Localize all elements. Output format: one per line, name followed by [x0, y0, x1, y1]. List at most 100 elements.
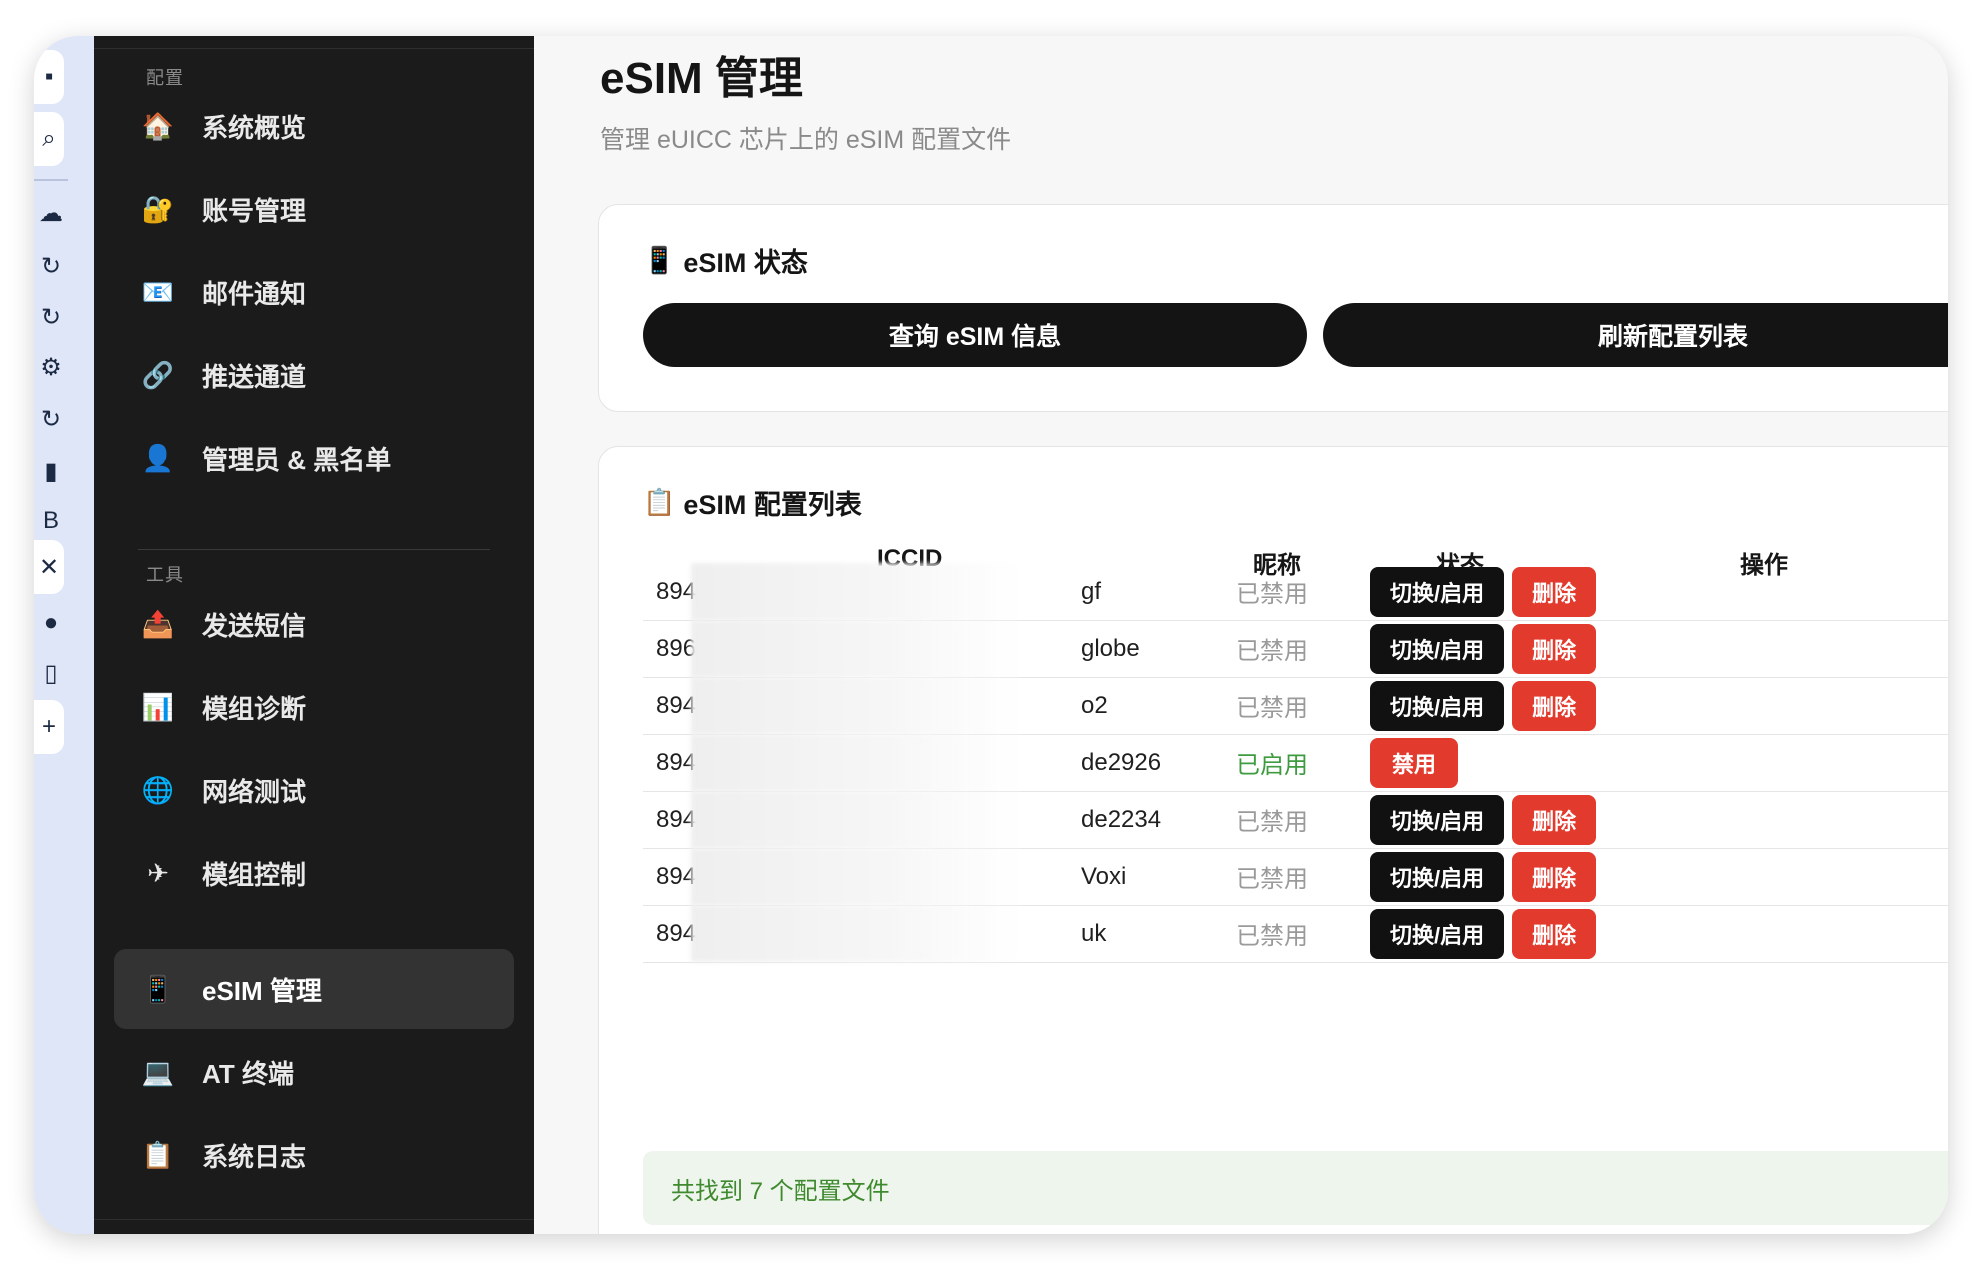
sidebar-item-accounts[interactable]: 🔐 账号管理 — [114, 169, 514, 249]
iccid-redaction — [691, 734, 1021, 791]
status-cell: 已禁用 — [1236, 581, 1308, 608]
phone-icon: 📱 — [643, 245, 676, 275]
nickname-cell: o2 — [1081, 691, 1108, 719]
card-title-text: eSIM 配置列表 — [683, 490, 862, 520]
sidebar-item-label: 发送短信 — [202, 610, 307, 641]
sidebar: 配置 🏠 系统概览 🔐 账号管理 📧 邮件通知 🔗 推送通道 👤 管理员 & 黑… — [94, 36, 534, 1234]
sidebar-item-system-log[interactable]: 📋 系统日志 — [114, 1115, 514, 1195]
sidebar-item-label: 网络测试 — [202, 776, 307, 807]
robot-icon[interactable]: ⚙ — [34, 340, 68, 394]
app-dock: ▪ ⌕ ☁ ↻ ↻ ⚙ ↻ ▮ B ✕ ● ▯ + — [34, 36, 94, 1234]
sidebar-item-esim[interactable]: 📱 eSIM 管理 — [114, 949, 514, 1029]
phone-icon: 📱 — [141, 973, 175, 1004]
refresh-icon[interactable]: ↻ — [34, 239, 68, 293]
query-esim-button[interactable]: 查询 eSIM 信息 — [643, 303, 1307, 367]
actions-cell: 切换/启用 删除 — [1370, 791, 1597, 848]
switch-enable-button[interactable]: 切换/启用 — [1370, 623, 1505, 674]
globe-icon: 🌐 — [141, 774, 175, 805]
switch-enable-button[interactable]: 切换/启用 — [1370, 566, 1505, 617]
sidebar-top-divider — [94, 48, 534, 49]
outbox-icon: 📤 — [141, 608, 175, 639]
search-icon[interactable]: ⌕ — [34, 112, 64, 166]
sidebar-item-send-sms[interactable]: 📤 发送短信 — [114, 584, 514, 664]
status-cell: 已禁用 — [1236, 866, 1308, 893]
delete-button[interactable]: 删除 — [1512, 680, 1597, 731]
iccid-redaction — [691, 848, 1021, 905]
found-count-banner: 共找到 7 个配置文件 — [643, 1151, 1948, 1225]
table-row: 896 globe 已禁用 切换/启用 删除 — [643, 620, 1948, 678]
switch-enable-button[interactable]: 切换/启用 — [1370, 908, 1505, 959]
sidebar-item-label: 账号管理 — [202, 195, 307, 226]
switch-enable-button[interactable]: 切换/启用 — [1370, 680, 1505, 731]
airplane-icon: ✈ — [147, 857, 169, 888]
terminal-icon[interactable]: ▮ — [34, 444, 68, 498]
plus-icon[interactable]: + — [34, 700, 64, 754]
table-row: 894 o2 已禁用 切换/启用 删除 — [643, 677, 1948, 735]
sidebar-item-admin[interactable]: 👤 管理员 & 黑名单 — [114, 418, 514, 498]
iccid-redaction — [691, 677, 1021, 734]
actions-cell: 切换/启用 删除 — [1370, 677, 1597, 734]
clipboard-icon: 📋 — [141, 1139, 175, 1170]
sidebar-item-label: AT 终端 — [202, 1058, 294, 1089]
sidebar-item-label: 系统概览 — [202, 112, 307, 143]
sidebar-divider — [138, 549, 490, 550]
sidebar-item-push[interactable]: 🔗 推送通道 — [114, 335, 514, 415]
sidebar-item-label: 邮件通知 — [202, 278, 307, 309]
app-icon[interactable]: ● — [34, 596, 68, 650]
dock-divider — [34, 179, 68, 181]
sidebar-item-network-test[interactable]: 🌐 网络测试 — [114, 750, 514, 830]
sidebar-item-mail[interactable]: 📧 邮件通知 — [114, 252, 514, 332]
app-window: ▪ ⌕ ☁ ↻ ↻ ⚙ ↻ ▮ B ✕ ● ▯ + 配置 🏠 系统概览 🔐 账号管理 📧 邮件通知 🔗 … — [34, 36, 1948, 1234]
close-icon[interactable]: ✕ — [34, 540, 64, 594]
switch-enable-button[interactable]: 切换/启用 — [1370, 851, 1505, 902]
actions-cell: 禁用 — [1370, 734, 1459, 791]
refresh-icon[interactable]: ↻ — [34, 290, 68, 344]
house-icon: 🏠 — [141, 110, 175, 141]
iccid-redaction — [691, 791, 1021, 848]
sidebar-item-label: eSIM 管理 — [202, 975, 322, 1006]
table-row: 894 de2926 已启用 禁用 — [643, 734, 1948, 792]
refresh-icon[interactable]: ↻ — [34, 392, 68, 446]
table-row: 894 uk 已禁用 切换/启用 删除 — [643, 905, 1948, 963]
page-title: eSIM 管理 — [600, 54, 803, 103]
sidebar-item-label: 系统日志 — [202, 1141, 307, 1172]
delete-button[interactable]: 删除 — [1512, 794, 1597, 845]
chart-icon: 📊 — [141, 691, 175, 722]
delete-button[interactable]: 删除 — [1512, 623, 1597, 674]
nickname-cell: de2234 — [1081, 805, 1162, 833]
card-title: 📋 eSIM 配置列表 — [643, 483, 862, 522]
sidebar-item-module-control[interactable]: ✈ 模组控制 — [114, 833, 514, 913]
iccid-redaction — [691, 905, 1021, 962]
table-row: 894 de2234 已禁用 切换/启用 删除 — [643, 791, 1948, 849]
disable-button[interactable]: 禁用 — [1370, 737, 1459, 788]
refresh-profiles-button[interactable]: 刷新配置列表 — [1323, 303, 1948, 367]
actions-cell: 切换/启用 删除 — [1370, 563, 1597, 620]
card-title-text: eSIM 状态 — [683, 248, 808, 278]
status-cell: 已禁用 — [1236, 923, 1308, 950]
sidebar-item-label: 模组诊断 — [202, 693, 307, 724]
actions-cell: 切换/启用 删除 — [1370, 905, 1597, 962]
bottle-icon[interactable]: ▯ — [34, 646, 68, 700]
delete-button[interactable]: 删除 — [1512, 908, 1597, 959]
sidebar-item-at-terminal[interactable]: 💻 AT 终端 — [114, 1032, 514, 1112]
nickname-cell: gf — [1081, 577, 1102, 605]
delete-button[interactable]: 删除 — [1512, 566, 1597, 617]
grid-icon[interactable]: ▪ — [34, 50, 64, 104]
delete-button[interactable]: 删除 — [1512, 851, 1597, 902]
nickname-cell: uk — [1081, 919, 1107, 947]
cloud-icon[interactable]: ☁ — [34, 186, 68, 240]
switch-enable-button[interactable]: 切换/启用 — [1370, 794, 1505, 845]
table-row: 894 Voxi 已禁用 切换/启用 删除 — [643, 848, 1948, 906]
status-cell: 已禁用 — [1236, 638, 1308, 665]
status-cell: 已启用 — [1236, 752, 1308, 779]
page-subtitle: 管理 eUICC 芯片上的 eSIM 配置文件 — [600, 126, 1012, 154]
sidebar-item-diagnostics[interactable]: 📊 模组诊断 — [114, 667, 514, 747]
table-row: 894 gf 已禁用 切换/启用 删除 — [643, 563, 1948, 621]
actions-cell: 切换/启用 删除 — [1370, 620, 1597, 677]
sidebar-item-overview[interactable]: 🏠 系统概览 — [114, 86, 514, 166]
clipboard-icon: 📋 — [643, 487, 676, 517]
esim-status-card: 📱 eSIM 状态 查询 eSIM 信息 刷新配置列表 — [598, 204, 1948, 412]
user-icon: 👤 — [141, 442, 175, 473]
iccid-redaction — [691, 563, 1021, 620]
lock-icon: 🔐 — [141, 193, 175, 224]
